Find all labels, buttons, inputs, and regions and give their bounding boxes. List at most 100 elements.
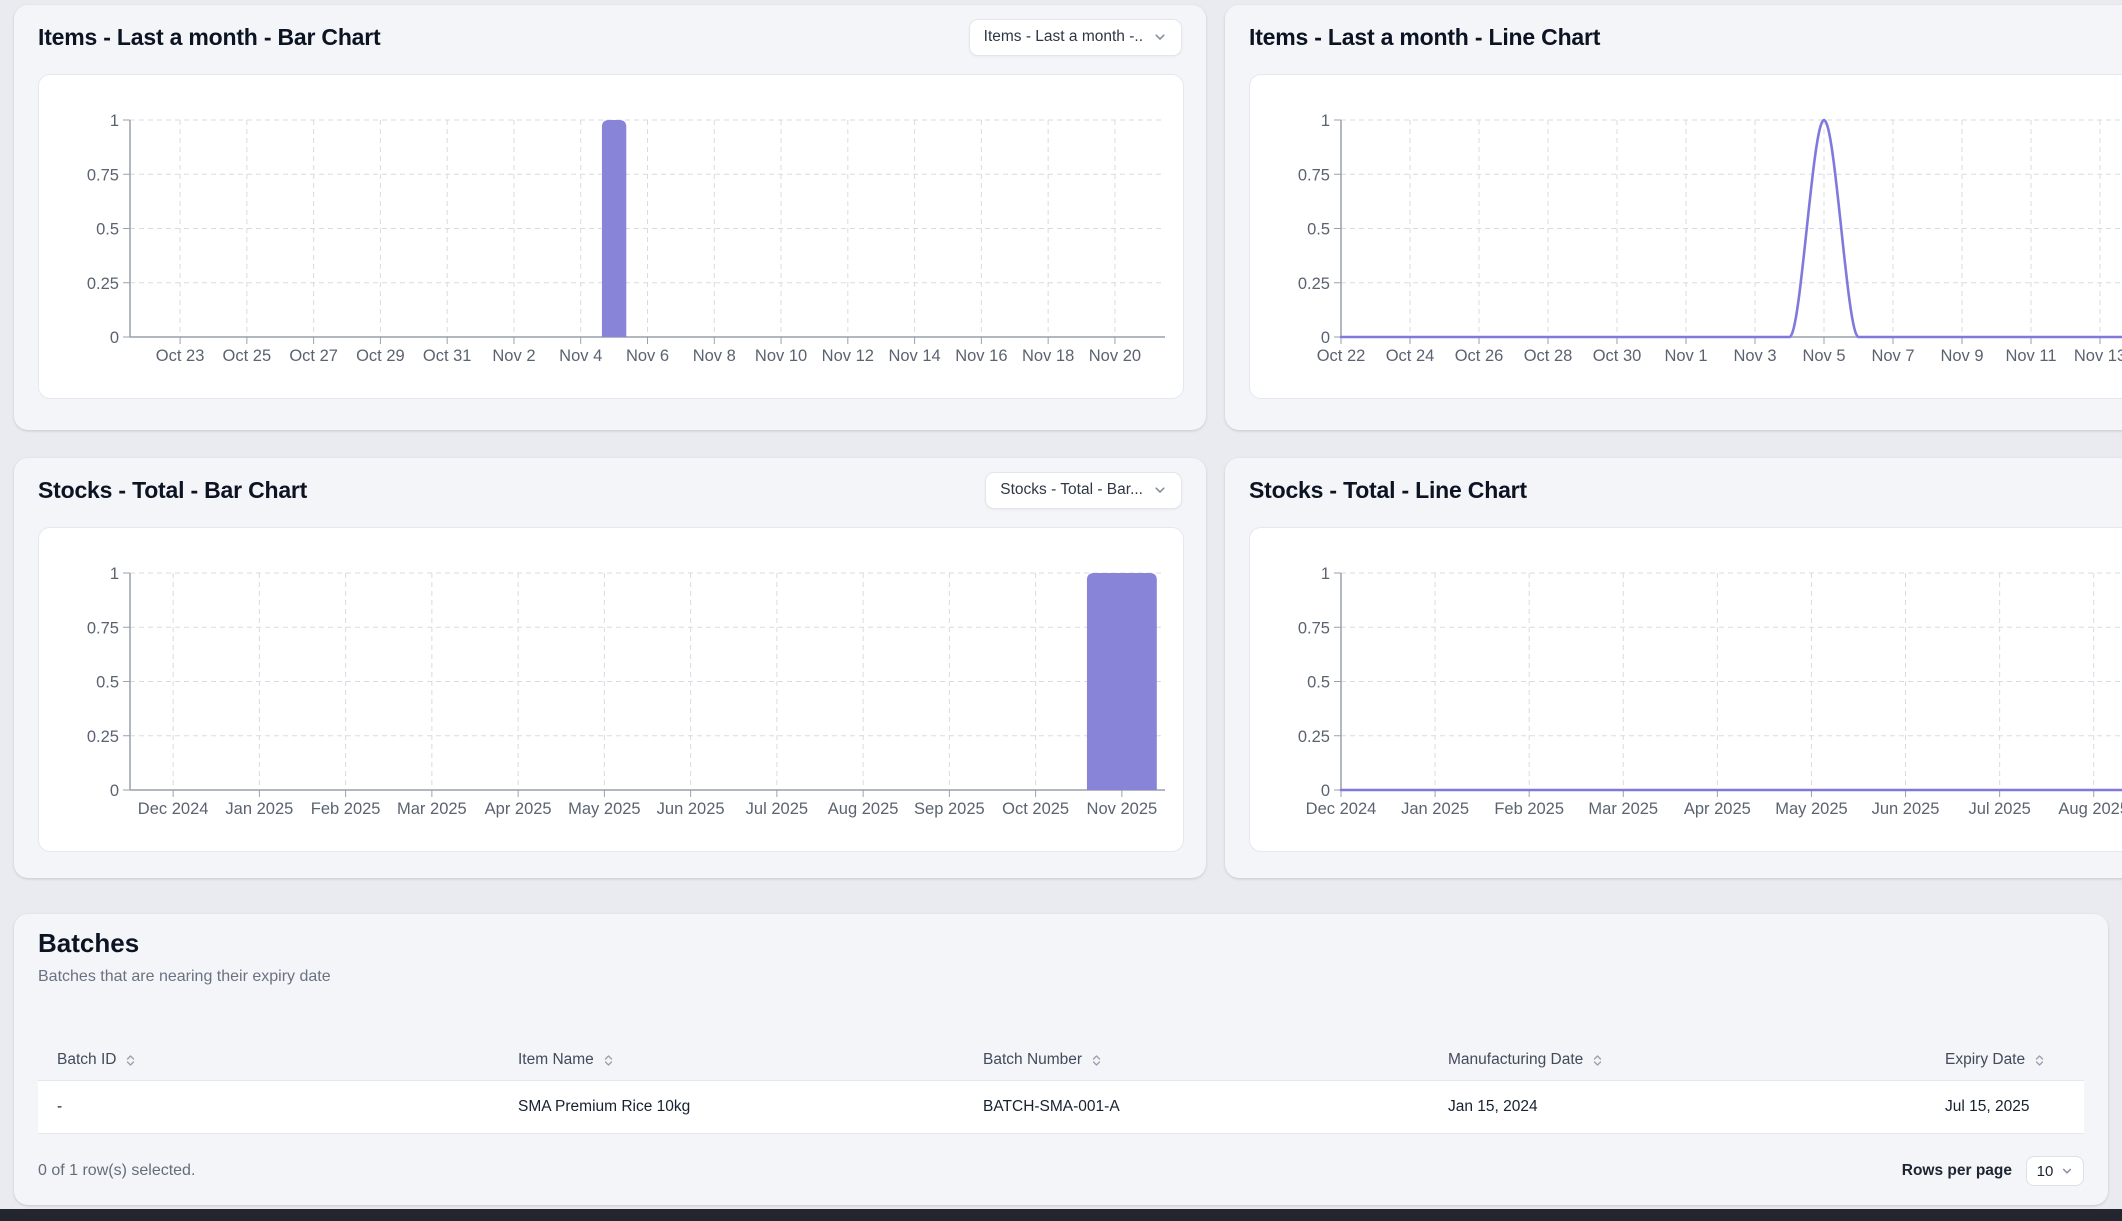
rows-per-page-label: Rows per page: [1902, 1162, 2012, 1180]
svg-text:Nov 11: Nov 11: [2005, 347, 2056, 365]
chevron-down-icon: [2061, 1165, 2073, 1177]
svg-text:0.25: 0.25: [87, 275, 119, 293]
stocks-bar-chart-title: Stocks - Total - Bar Chart: [38, 477, 307, 504]
svg-text:Feb 2025: Feb 2025: [311, 800, 381, 818]
svg-text:Oct 2025: Oct 2025: [1002, 800, 1069, 818]
chevron-down-icon: [1153, 483, 1167, 497]
card-header: Stocks - Total - Line Chart: [1249, 470, 2122, 510]
svg-text:0.5: 0.5: [1307, 674, 1330, 692]
stocks-chart-select-dropdown[interactable]: Stocks - Total - Bar...: [985, 472, 1182, 509]
svg-text:Nov 20: Nov 20: [1089, 347, 1141, 365]
rows-selected-status: 0 of 1 row(s) selected.: [38, 1162, 195, 1180]
svg-text:Oct 26: Oct 26: [1455, 347, 1504, 365]
chevron-down-icon: [1153, 30, 1167, 44]
chart-panel: Dec 2024Jan 2025Feb 2025Mar 2025Apr 2025…: [1249, 527, 2122, 852]
cell-batch-id: -: [38, 1081, 499, 1133]
items-line-chart-title: Items - Last a month - Line Chart: [1249, 24, 1600, 51]
svg-text:0: 0: [1321, 329, 1330, 347]
svg-text:0.5: 0.5: [96, 221, 119, 239]
svg-text:0.25: 0.25: [87, 728, 119, 746]
stocks-bar-chart: Dec 2024Jan 2025Feb 2025Mar 2025Apr 2025…: [39, 528, 1183, 851]
svg-text:0.5: 0.5: [1307, 221, 1330, 239]
svg-text:May 2025: May 2025: [568, 800, 640, 818]
svg-text:Jun 2025: Jun 2025: [657, 800, 725, 818]
svg-text:Nov 3: Nov 3: [1733, 347, 1776, 365]
batches-title: Batches: [38, 928, 139, 959]
sort-icon: [124, 1054, 137, 1067]
svg-text:1: 1: [1321, 112, 1330, 130]
chart-panel: Dec 2024Jan 2025Feb 2025Mar 2025Apr 2025…: [38, 527, 1184, 852]
stocks-line-chart-card: Stocks - Total - Line Chart Dec 2024Jan …: [1225, 458, 2122, 878]
svg-text:Oct 29: Oct 29: [356, 347, 405, 365]
table-header-row: Batch ID Item Name Batch Number Manufact…: [38, 1040, 2084, 1081]
items-line-chart-card: Items - Last a month - Line Chart Oct 22…: [1225, 5, 2122, 430]
svg-text:0.75: 0.75: [87, 619, 119, 637]
card-header: Stocks - Total - Bar Chart Stocks - Tota…: [38, 470, 1182, 510]
svg-text:Nov 14: Nov 14: [888, 347, 940, 365]
items-line-chart: Oct 22Oct 24Oct 26Oct 28Oct 30Nov 1Nov 3…: [1250, 75, 2122, 398]
bottom-bar: [0, 1209, 2122, 1221]
column-header-manufacturing-date[interactable]: Manufacturing Date: [1429, 1040, 1926, 1080]
svg-text:1: 1: [110, 112, 119, 130]
svg-text:Oct 23: Oct 23: [156, 347, 205, 365]
cell-manufacturing-date: Jan 15, 2024: [1429, 1081, 1926, 1133]
card-header: Items - Last a month - Bar Chart Items -…: [38, 17, 1182, 57]
items-bar-chart-title: Items - Last a month - Bar Chart: [38, 24, 381, 51]
svg-text:Nov 16: Nov 16: [955, 347, 1007, 365]
rows-per-page-select[interactable]: 10: [2026, 1156, 2084, 1186]
table-row[interactable]: - SMA Premium Rice 10kg BATCH-SMA-001-A …: [38, 1081, 2084, 1134]
svg-text:Aug 2025: Aug 2025: [2058, 800, 2122, 818]
svg-text:Nov 5: Nov 5: [1802, 347, 1845, 365]
items-bar-chart-card: Items - Last a month - Bar Chart Items -…: [14, 5, 1206, 430]
svg-text:Apr 2025: Apr 2025: [1684, 800, 1751, 818]
svg-text:Dec 2024: Dec 2024: [1306, 800, 1377, 818]
svg-text:Nov 12: Nov 12: [822, 347, 874, 365]
sort-icon: [2033, 1054, 2046, 1067]
svg-text:Oct 24: Oct 24: [1386, 347, 1435, 365]
batches-subtitle: Batches that are nearing their expiry da…: [38, 968, 331, 986]
svg-text:0.75: 0.75: [1298, 166, 1330, 184]
cell-item-name: SMA Premium Rice 10kg: [499, 1081, 964, 1133]
svg-text:Apr 2025: Apr 2025: [485, 800, 552, 818]
batches-table: Batch ID Item Name Batch Number Manufact…: [38, 1040, 2084, 1134]
column-header-batch-id[interactable]: Batch ID: [38, 1040, 499, 1080]
dropdown-label: Stocks - Total - Bar...: [1000, 481, 1143, 499]
svg-text:Nov 6: Nov 6: [626, 347, 669, 365]
svg-text:0: 0: [110, 329, 119, 347]
svg-text:Oct 28: Oct 28: [1524, 347, 1573, 365]
svg-text:0.25: 0.25: [1298, 275, 1330, 293]
svg-text:Jul 2025: Jul 2025: [1968, 800, 2030, 818]
table-footer: 0 of 1 row(s) selected. Rows per page 10: [38, 1151, 2084, 1191]
svg-text:0.75: 0.75: [87, 166, 119, 184]
stocks-bar-chart-card: Stocks - Total - Bar Chart Stocks - Tota…: [14, 458, 1206, 878]
svg-text:Nov 1: Nov 1: [1664, 347, 1707, 365]
svg-text:Oct 31: Oct 31: [423, 347, 472, 365]
svg-text:0: 0: [1321, 782, 1330, 800]
column-header-expiry-date[interactable]: Expiry Date: [1926, 1040, 2084, 1080]
sort-icon: [602, 1054, 615, 1067]
dashboard: Items - Last a month - Bar Chart Items -…: [0, 0, 2122, 1221]
svg-text:May 2025: May 2025: [1775, 800, 1847, 818]
items-chart-select-dropdown[interactable]: Items - Last a month -..: [969, 19, 1182, 56]
column-header-item-name[interactable]: Item Name: [499, 1040, 964, 1080]
sort-icon: [1591, 1054, 1604, 1067]
svg-text:Aug 2025: Aug 2025: [828, 800, 899, 818]
batches-card: Batches Batches that are nearing their e…: [14, 914, 2108, 1205]
svg-text:Jun 2025: Jun 2025: [1872, 800, 1940, 818]
rows-per-page-value: 10: [2037, 1163, 2054, 1180]
svg-text:Nov 18: Nov 18: [1022, 347, 1074, 365]
svg-text:Nov 8: Nov 8: [693, 347, 736, 365]
svg-text:Oct 25: Oct 25: [223, 347, 272, 365]
svg-text:0.25: 0.25: [1298, 728, 1330, 746]
svg-text:Nov 2025: Nov 2025: [1087, 800, 1158, 818]
svg-text:Dec 2024: Dec 2024: [138, 800, 209, 818]
svg-text:Nov 10: Nov 10: [755, 347, 807, 365]
svg-text:Oct 22: Oct 22: [1317, 347, 1366, 365]
dropdown-label: Items - Last a month -..: [984, 28, 1143, 46]
svg-text:Mar 2025: Mar 2025: [397, 800, 467, 818]
svg-text:Nov 13: Nov 13: [2074, 347, 2122, 365]
column-header-batch-number[interactable]: Batch Number: [964, 1040, 1429, 1080]
svg-text:Nov 2: Nov 2: [492, 347, 535, 365]
svg-text:1: 1: [110, 565, 119, 583]
rows-per-page: Rows per page 10: [1902, 1156, 2084, 1186]
